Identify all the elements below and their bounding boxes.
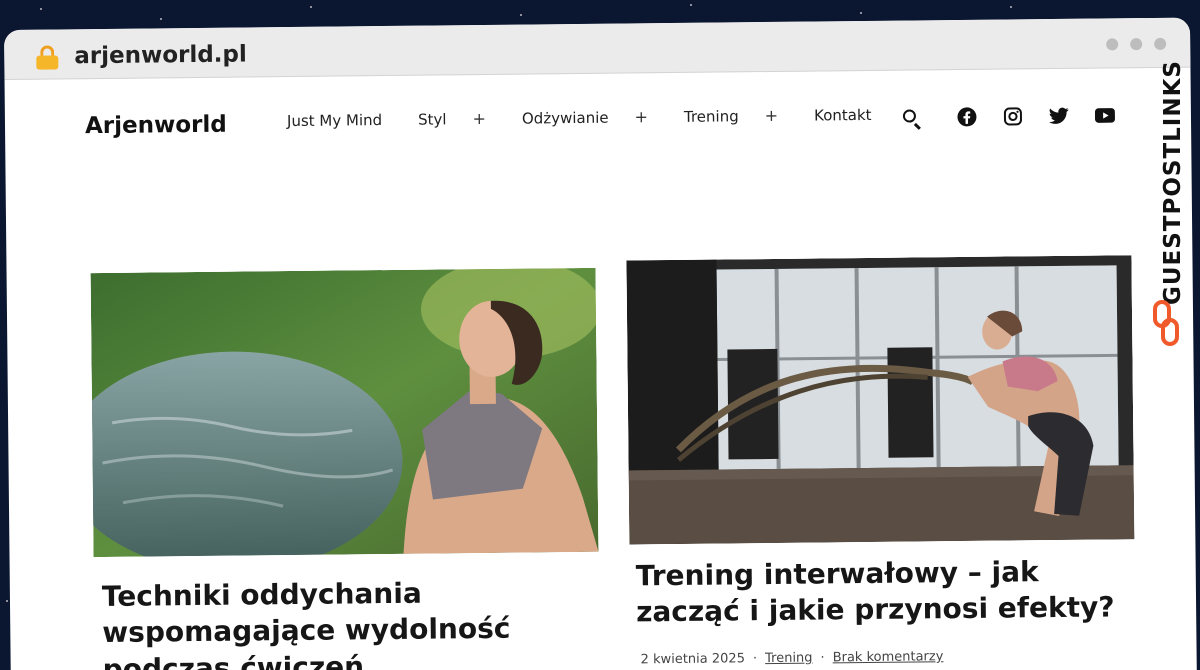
- watermark-text: GUESTPOSTLINKS: [1160, 60, 1186, 306]
- post-date: 2 kwietnia 2025: [640, 651, 746, 668]
- meta-separator: ·: [820, 650, 825, 666]
- nav-item-trening[interactable]: Trening +: [684, 106, 778, 126]
- nav-item-styl[interactable]: Styl +: [418, 109, 486, 129]
- nav-item-label: Just My Mind: [286, 110, 383, 130]
- nav-item-label: Odżywianie: [521, 108, 609, 128]
- expand-plus-icon[interactable]: +: [472, 109, 486, 128]
- meta-separator: ·: [752, 651, 758, 667]
- youtube-icon[interactable]: [1094, 105, 1115, 125]
- post-image-interval-training[interactable]: [626, 255, 1135, 545]
- post-title[interactable]: Trening interwałowy – jak zacząć i jakie…: [636, 553, 1147, 631]
- site-logo[interactable]: Arjenworld: [85, 112, 227, 139]
- nav-item-label: Kontakt: [813, 105, 872, 125]
- facebook-icon[interactable]: [957, 107, 977, 127]
- social-links: [957, 105, 1115, 127]
- nav-item-just-my-mind[interactable]: Just My Mind: [287, 111, 382, 130]
- post-meta: 2 kwietnia 2025 · Trening · Brak komenta…: [641, 649, 944, 667]
- browser-window: arjenworld.pl Arjenworld Just My Mind St…: [4, 17, 1197, 670]
- instagram-icon[interactable]: [1003, 106, 1023, 126]
- address-bar-url[interactable]: arjenworld.pl: [74, 41, 247, 69]
- post-category-link[interactable]: Trening: [765, 651, 813, 666]
- nav-item-label: Styl: [417, 109, 447, 129]
- main-navigation: Just My Mind Styl + Odżywianie + Trening…: [287, 105, 908, 130]
- window-dot-icon[interactable]: [1154, 37, 1167, 50]
- chain-link-icon: [1152, 300, 1180, 348]
- post-title[interactable]: Techniki oddychania wspomagające wydolno…: [102, 574, 563, 670]
- lock-icon: [36, 45, 59, 70]
- post-comments-link[interactable]: Brak komentarzy: [833, 649, 944, 665]
- window-controls: [1106, 37, 1167, 51]
- window-dot-icon[interactable]: [1106, 38, 1119, 51]
- guestpostlinks-watermark: GUESTPOSTLINKS: [1146, 60, 1186, 360]
- window-dot-icon[interactable]: [1130, 38, 1143, 51]
- nav-item-kontakt[interactable]: Kontakt: [814, 105, 872, 124]
- post-image-breathing[interactable]: [90, 267, 599, 558]
- website-page: Arjenworld Just My Mind Styl + Odżywiani…: [5, 69, 1197, 670]
- nav-item-odzywianie[interactable]: Odżywianie +: [522, 107, 648, 127]
- nav-item-label: Trening: [683, 106, 739, 126]
- expand-plus-icon[interactable]: +: [765, 106, 779, 125]
- search-icon[interactable]: [901, 107, 923, 130]
- expand-plus-icon[interactable]: +: [634, 107, 648, 126]
- twitter-icon[interactable]: [1049, 106, 1069, 126]
